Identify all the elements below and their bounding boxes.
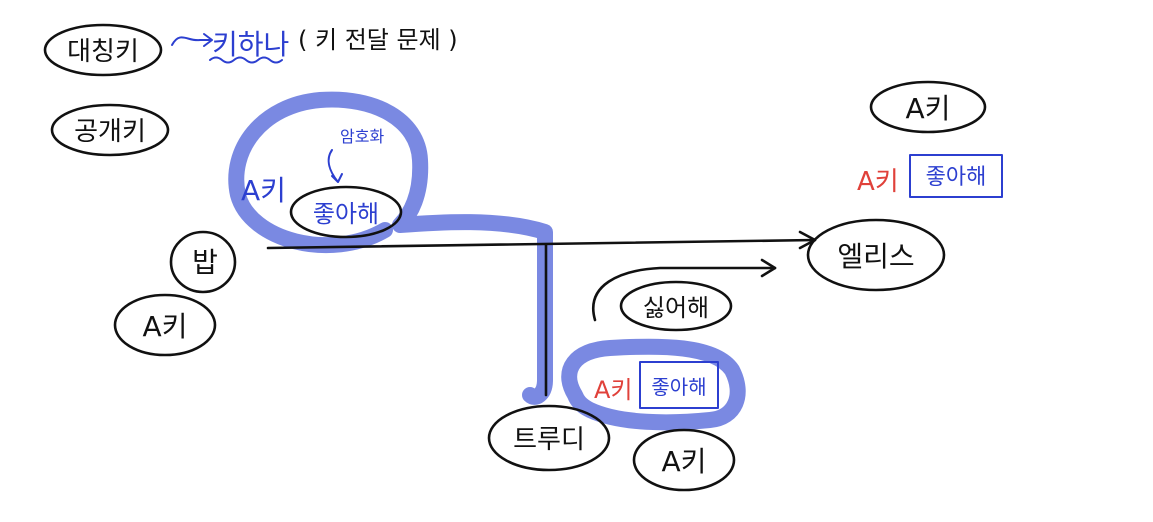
trudy-key-label: A키 (662, 445, 707, 478)
trudy-message-text: 좋아해 (651, 375, 706, 399)
encrypt-label: 암호화 (340, 127, 384, 146)
single-key-arrow-icon (171, 33, 213, 47)
bob-message-key: A키 (241, 174, 286, 207)
bob-message-text: 좋아해 (313, 200, 379, 228)
alice-message-key: A키 (857, 167, 899, 197)
encrypt-arrow-icon (327, 149, 343, 183)
trudy-node-label: 트루디 (513, 425, 585, 455)
single-key-note: ( 키 전달 문제 ) (298, 26, 458, 54)
trudy-message-key: A키 (594, 376, 633, 404)
diagram-canvas: 대칭키 키하나 ( 키 전달 문제 ) 공개키 A키 암호화 좋아해 밥 A키 … (43, 23, 1003, 492)
fake-message-text: 싫어해 (643, 294, 709, 322)
single-key-label: 키하나 (212, 28, 289, 61)
alice-key-label: A키 (906, 92, 951, 125)
alice-message-text: 좋아해 (926, 165, 987, 190)
bob-key-label: A키 (143, 310, 188, 343)
bob-node-label: 밥 (192, 246, 218, 279)
alice-node-label: 엘리스 (837, 240, 914, 273)
public-key-label: 공개키 (74, 117, 146, 147)
symmetric-key-label: 대칭키 (67, 37, 139, 67)
